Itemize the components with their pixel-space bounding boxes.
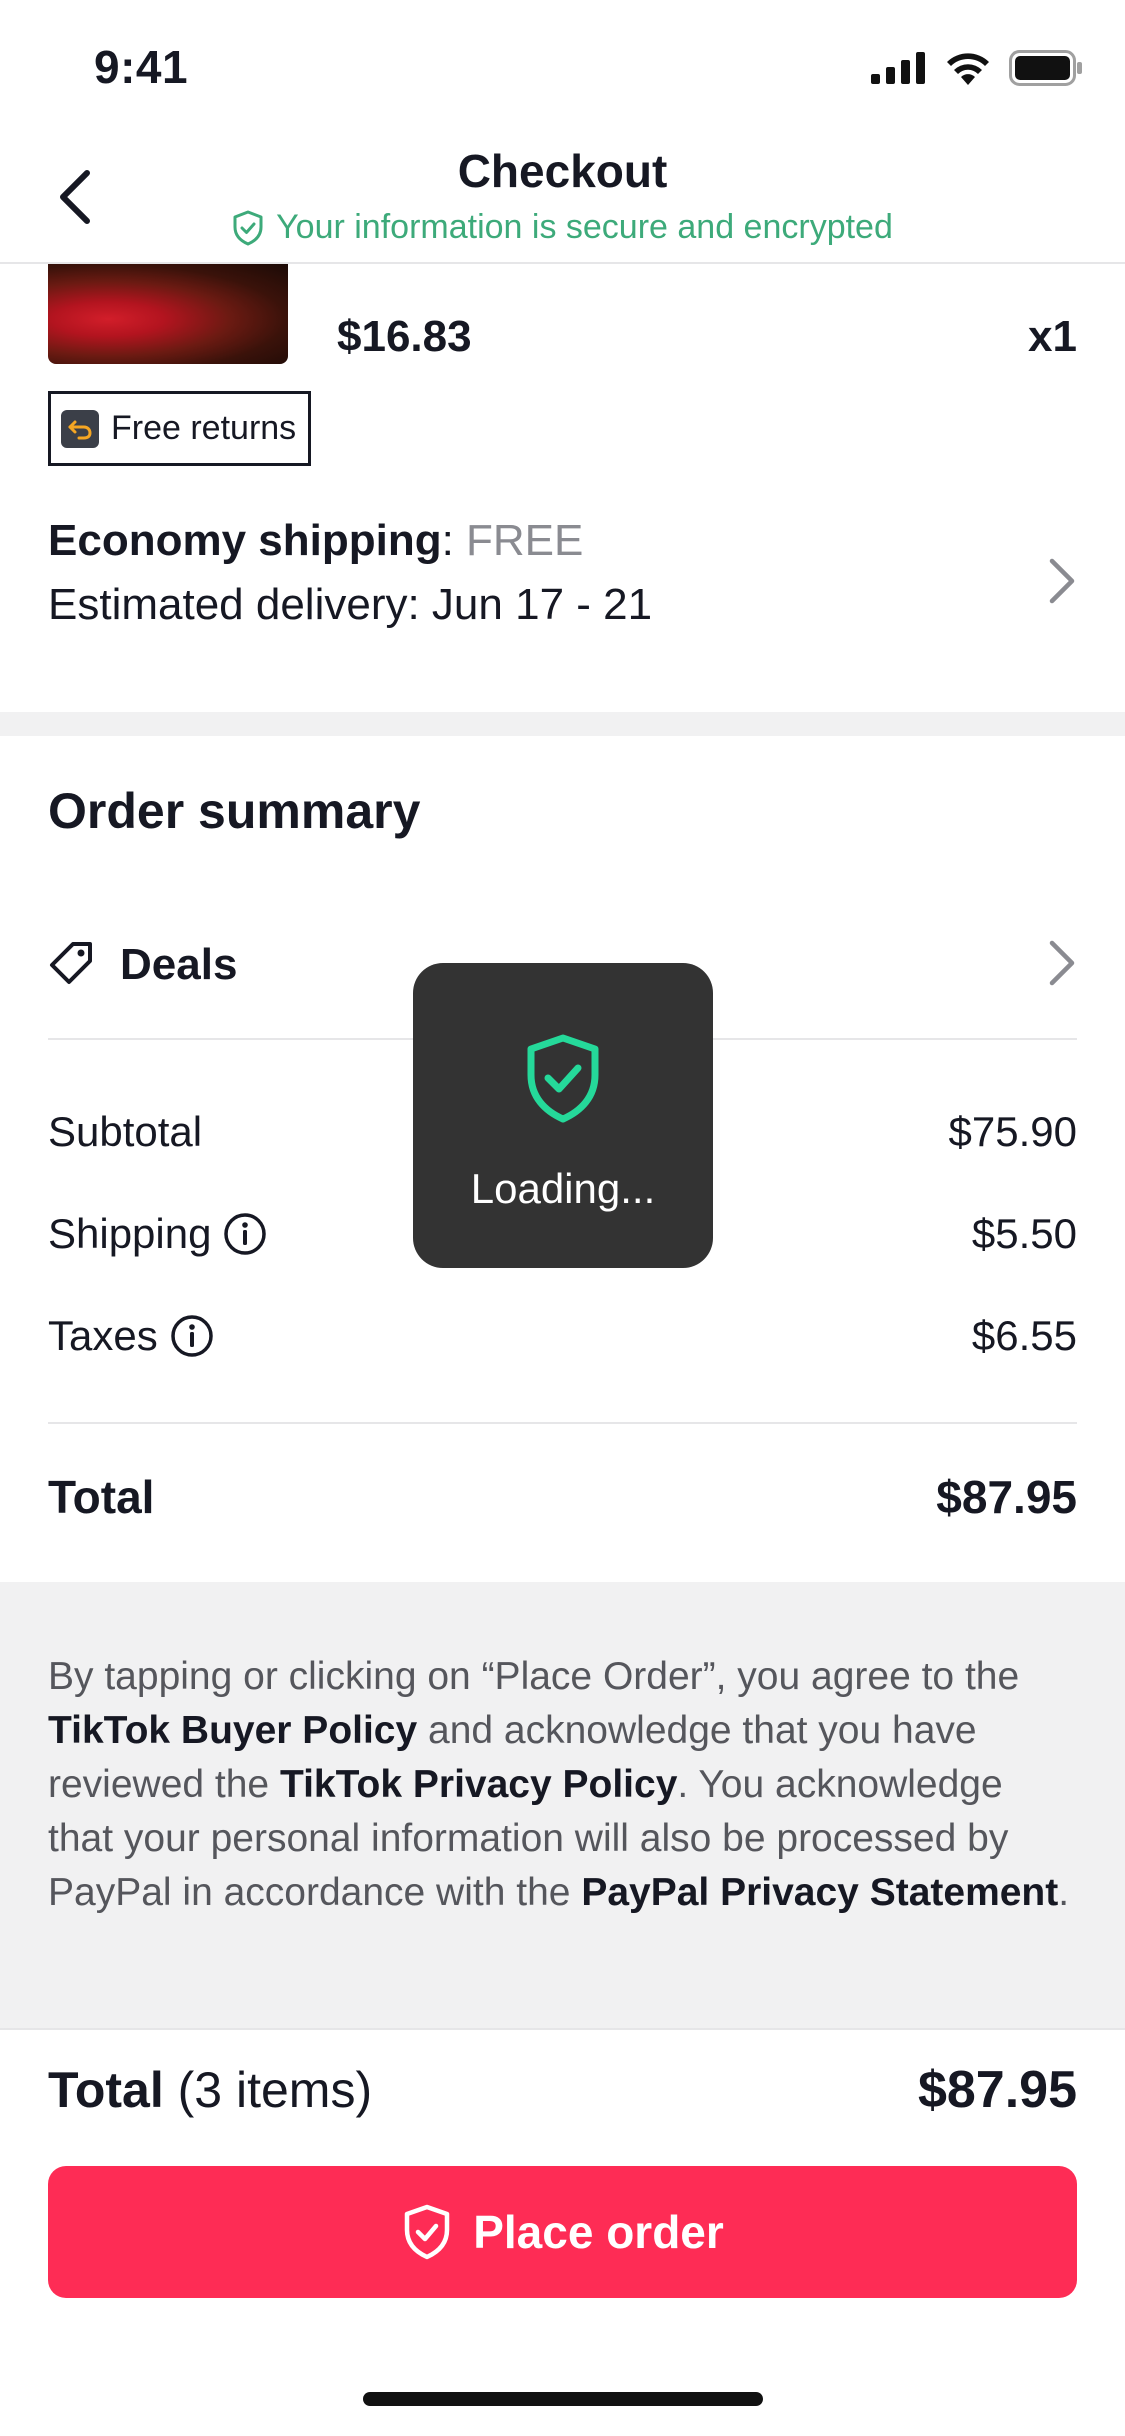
loading-toast: Loading... [413, 963, 713, 1268]
order-summary-title: Order summary [48, 783, 421, 839]
shipping-label: Shipping [48, 1210, 212, 1257]
section-divider [0, 1582, 1125, 1606]
page-title: Checkout [457, 145, 668, 197]
product-price: $16.83 [337, 312, 472, 361]
footer-total: Total (3 items) $87.95 [48, 2060, 1077, 2120]
battery-icon [1009, 50, 1082, 86]
status-bar: 9:41 [0, 0, 1125, 130]
shipping-separator: : [441, 516, 467, 565]
wifi-icon [947, 53, 989, 85]
legal-disclaimer: By tapping or clicking on “Place Order”,… [0, 1606, 1125, 2030]
home-indicator[interactable] [363, 2392, 763, 2406]
section-divider [0, 712, 1125, 736]
deals-label: Deals [120, 940, 238, 989]
tag-icon [50, 942, 92, 984]
tiktok-privacy-policy-link[interactable]: TikTok Privacy Policy [280, 1763, 677, 1806]
loading-text: Loading... [470, 1165, 656, 1212]
legal-text-4: . [1058, 1871, 1070, 1914]
total-value: $87.95 [936, 1471, 1077, 1523]
shipping-label-group: Shipping [48, 1210, 267, 1258]
chevron-right-icon [1049, 558, 1075, 604]
taxes-value: $6.55 [971, 1312, 1077, 1359]
shipping-method-label: Economy shipping [48, 516, 442, 565]
footer-total-value: $87.95 [917, 2061, 1077, 2119]
footer-total-label-group: Total (3 items) [48, 2061, 372, 2119]
shield-check-icon [233, 210, 263, 245]
place-order-label: Place order [473, 2206, 724, 2258]
shipping-value: $5.50 [971, 1210, 1077, 1257]
shield-check-icon [527, 1034, 599, 1123]
total-label: Total [48, 1471, 155, 1523]
items-count: (3 items) [177, 2062, 373, 2118]
taxes-label-group: Taxes [48, 1312, 214, 1360]
cellular-signal-icon [871, 52, 925, 84]
footer-total-label: Total [48, 2062, 164, 2118]
shipping-method: Economy shipping: FREE [48, 516, 1077, 566]
return-arrow-icon [61, 409, 99, 448]
shipping-price: FREE [466, 516, 584, 565]
legal-text-1: By tapping or clicking on “Place Order”,… [48, 1655, 1020, 1698]
subtotal-label: Subtotal [48, 1108, 203, 1155]
info-icon[interactable] [170, 1314, 214, 1358]
free-returns-badge: Free returns [48, 391, 312, 466]
taxes-row: Taxes $6.55 [48, 1306, 1077, 1366]
chevron-right-icon [1049, 940, 1075, 986]
secure-notice: Your information is secure and encrypted [0, 208, 1125, 247]
status-time: 9:41 [94, 41, 189, 93]
status-icons [871, 50, 1083, 86]
tiktok-buyer-policy-link[interactable]: TikTok Buyer Policy [48, 1709, 417, 1752]
shield-check-icon [404, 2204, 450, 2260]
summary-divider [48, 1422, 1077, 1424]
order-total-row: Total $87.95 [48, 1470, 1077, 1524]
product-image[interactable] [48, 264, 288, 364]
product-quantity: x1 [1028, 312, 1077, 361]
shipping-option[interactable]: Economy shipping: FREE Estimated deliver… [48, 516, 1077, 646]
info-icon[interactable] [223, 1212, 267, 1256]
paypal-privacy-statement-link[interactable]: PayPal Privacy Statement [581, 1871, 1058, 1914]
checkout-header: Checkout Your information is secure and … [0, 130, 1125, 264]
subtotal-value: $75.90 [948, 1108, 1077, 1155]
estimated-delivery: Estimated delivery: Jun 17 - 21 [48, 580, 653, 629]
free-returns-label: Free returns [111, 409, 297, 447]
place-order-button[interactable]: Place order [48, 2166, 1077, 2298]
taxes-label: Taxes [48, 1312, 158, 1359]
secure-text: Your information is secure and encrypted [276, 208, 893, 246]
